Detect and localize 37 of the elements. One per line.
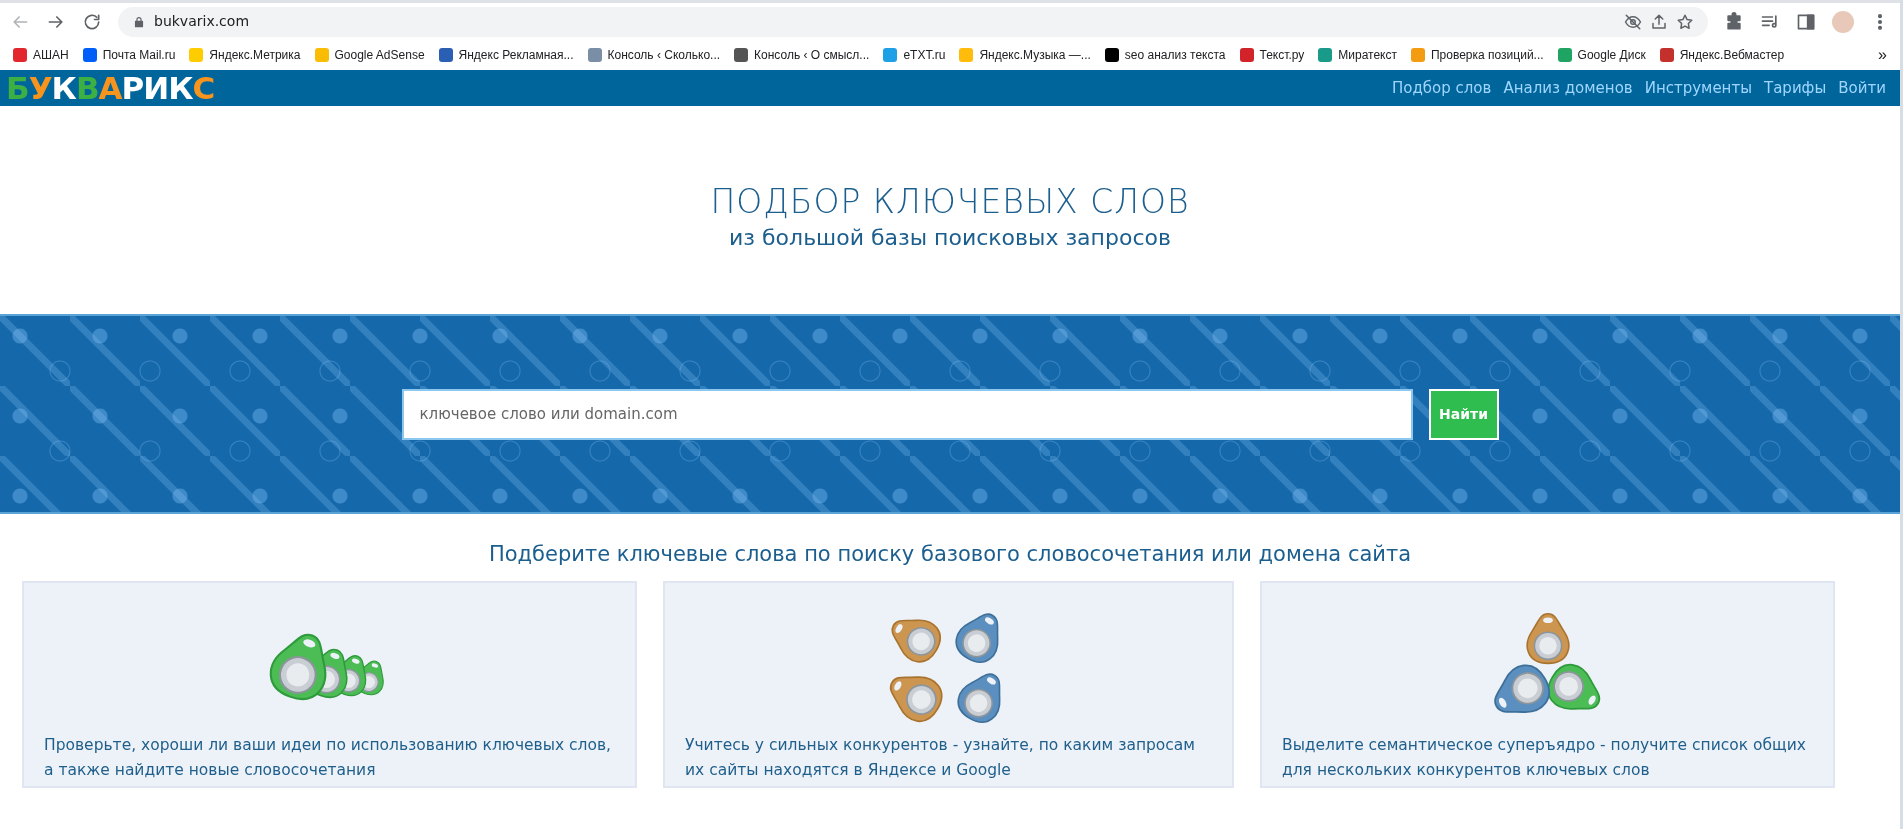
bookmark-link[interactable]: Консоль ‹ Сколько... <box>580 46 728 64</box>
bookmark-link[interactable]: Яндекс.Вебмастер <box>1652 46 1792 64</box>
feature-text: Проверьте, хороши ли ваши идеи по использованию ключевых слов, а также найдите новые словосочетания <box>44 735 613 781</box>
bookmark-link[interactable]: Текст.ру <box>1232 46 1312 64</box>
bookmark-link[interactable]: Почта Mail.ru <box>75 46 183 64</box>
feature-text: Учитесь у сильных конкурентов - узнайте, по каким запросам их сайты находятся в Яндексе и Google <box>685 735 1197 781</box>
page-title: ПОДБОР КЛЮЧЕВЫХ СЛОВ <box>710 181 1190 222</box>
bookmark-link[interactable]: seo анализ текста <box>1097 46 1233 64</box>
share-icon[interactable] <box>1650 12 1668 31</box>
bookmark-link[interactable]: Яндекс.Метрика <box>182 46 308 64</box>
nav-link[interactable]: Подбор слов <box>1386 76 1498 100</box>
search-field[interactable]: ключевое слово или domain.com <box>401 388 1413 440</box>
star-icon[interactable] <box>1676 12 1694 31</box>
nav-link[interactable]: Анализ доменов <box>1497 76 1639 100</box>
puzzle-icon[interactable] <box>1724 11 1744 32</box>
bookmark-link[interactable]: Миратекст <box>1311 46 1404 64</box>
bookmark-link[interactable]: Консоль ‹ О смысл... <box>727 46 877 64</box>
bookmark-link[interactable]: Google AdSense <box>307 46 432 64</box>
nav-link[interactable]: Войти <box>1832 76 1892 100</box>
reload-icon[interactable] <box>82 11 102 32</box>
feature-text: Выделите семантическое суперъядро - получите список общих для нескольких конкурентов ключевых слов <box>1282 735 1807 781</box>
more-bookmarks-link[interactable]: » <box>1871 43 1894 67</box>
section-heading: Подберите ключевые слова по поиску базового словосочетания или домена сайта <box>487 542 1413 568</box>
bookmark-link[interactable]: АШАН <box>6 46 76 64</box>
bookmark-link[interactable]: Проверка позиций... <box>1404 46 1551 64</box>
site-logo[interactable]: БУКВАРИКС <box>6 70 215 106</box>
page-subtitle: из большой базы поисковых запросов <box>729 224 1171 253</box>
nav-link[interactable]: Тарифы <box>1758 76 1833 100</box>
bookmark-link[interactable]: Google Диск <box>1550 46 1653 64</box>
bookmark-link[interactable]: Яндекс.Музыка —... <box>952 46 1098 64</box>
nav-link[interactable]: Инструменты <box>1638 76 1758 100</box>
address-bar[interactable]: bukvarix.com <box>118 6 1708 37</box>
bookmark-link[interactable]: Яндекс Рекламная... <box>431 46 581 64</box>
bookmark-link[interactable]: eTXT.ru <box>876 46 953 64</box>
lock-icon <box>132 14 146 29</box>
url-text: bukvarix.com <box>154 12 249 31</box>
eye-off-icon[interactable] <box>1624 12 1642 31</box>
